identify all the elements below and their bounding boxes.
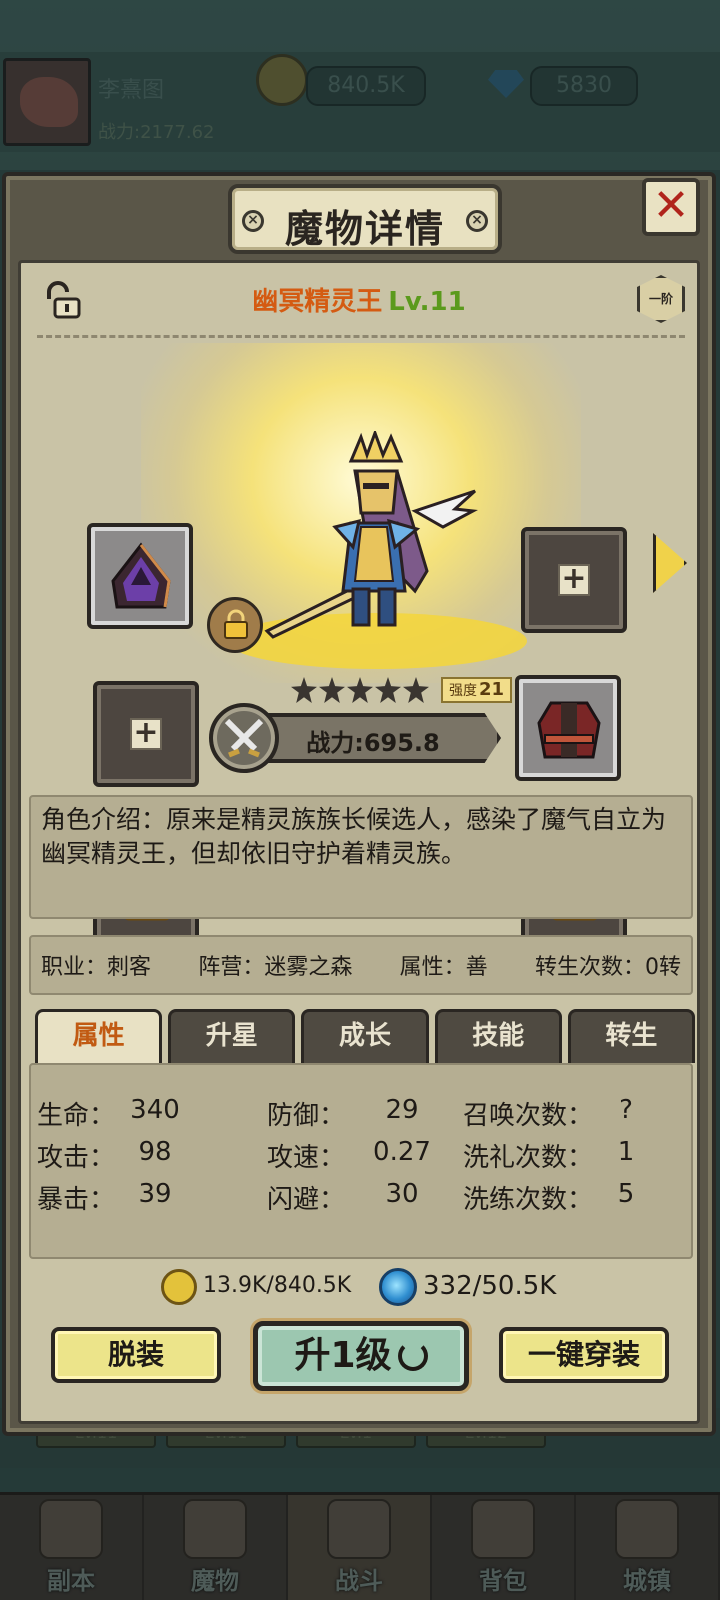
bolt-icon: × [466, 210, 488, 232]
close-button[interactable]: ✕ [642, 178, 700, 236]
rebirth-info: 转生次数：0转 [534, 955, 681, 980]
swords-glyph [224, 718, 264, 758]
monster-title: 幽冥精灵王 Lv.11 [21, 281, 697, 318]
stat-label: 洗礼次数： [463, 1143, 594, 1173]
strength-value: 21 [479, 679, 505, 700]
stat-value: 0.27 [373, 1137, 431, 1167]
dialog-content: 幽冥精灵王 Lv.11 一阶 + + 强度 21 战力:695.8 角色介绍：原… [18, 260, 700, 1424]
lock-icon [224, 609, 248, 639]
stat-label: 攻速： [267, 1143, 346, 1173]
level-up-label: 升1级 [294, 1335, 392, 1376]
attribute-info: 属性：善 [399, 955, 488, 980]
stat-label: 闪避： [267, 1185, 346, 1215]
equip-slot-empty[interactable]: + [93, 681, 199, 787]
camp-info: 阵营：迷雾之森 [198, 955, 353, 980]
add-icon: + [558, 564, 590, 596]
star-rating [291, 677, 429, 703]
stat-value: 30 [385, 1179, 419, 1209]
tab-star-up[interactable]: 升星 [168, 1009, 296, 1063]
gold-cost: 13.9K/840.5K [203, 1273, 352, 1298]
gold-coin-icon [161, 1269, 197, 1305]
star-icon [319, 677, 345, 703]
job-info: 职业：刺客 [41, 955, 152, 980]
add-icon: + [130, 718, 162, 750]
monster-description: 角色介绍：原来是精灵族族长候选人，感染了魔气自立为幽冥精灵王，但却依旧守护着精灵… [29, 795, 693, 919]
stat-value: 98 [138, 1137, 172, 1167]
crossed-swords-icon [209, 703, 279, 773]
stat-dodge: 闪避： 30 [267, 1179, 419, 1216]
strength-badge: 强度 21 [441, 677, 513, 703]
hood-icon [111, 542, 171, 609]
power-value: 战力:695.8 [306, 729, 440, 757]
next-monster-arrow[interactable] [653, 533, 687, 593]
stat-label: 召唤次数： [463, 1101, 594, 1131]
refresh-icon [397, 1341, 428, 1371]
stat-baptize-count: 洗礼次数： 1 [463, 1137, 634, 1174]
equip-slot-armor[interactable] [515, 675, 621, 781]
tab-growth[interactable]: 成长 [301, 1009, 429, 1063]
stat-value: 39 [138, 1179, 172, 1209]
stat-attack: 攻击： 98 [37, 1137, 172, 1174]
stat-value: 5 [617, 1179, 635, 1209]
stat-label: 洗练次数： [463, 1185, 594, 1215]
monster-detail-dialog: × 魔物详情 × ✕ 幽冥精灵王 Lv.11 一阶 + + 强度 21 战力:6… [2, 172, 716, 1436]
tab-attributes[interactable]: 属性 [35, 1009, 163, 1063]
star-icon [403, 677, 429, 703]
weapon-lock-icon[interactable] [207, 597, 263, 653]
tab-skills[interactable]: 技能 [434, 1009, 562, 1063]
stat-summon-count: 召唤次数： ? [463, 1095, 633, 1132]
stat-value: 29 [385, 1095, 419, 1125]
monster-info-row: 职业：刺客 阵营：迷雾之森 属性：善 转生次数：0转 [29, 935, 693, 995]
star-icon [347, 677, 373, 703]
unequip-button[interactable]: 脱装 [51, 1327, 221, 1383]
dialog-title: 魔物详情 [284, 207, 445, 251]
stat-value: 1 [617, 1137, 635, 1167]
stat-value: ? [619, 1095, 633, 1125]
stat-label: 生命： [37, 1101, 116, 1131]
level-up-cost: 13.9K/840.5K 332/50.5K [21, 1267, 697, 1307]
dialog-title-plate: × 魔物详情 × [228, 184, 502, 254]
stat-crit: 暴击： 39 [37, 1179, 172, 1216]
stat-label: 暴击： [37, 1185, 116, 1215]
divider [37, 335, 685, 338]
armor-icon [537, 701, 601, 759]
detail-tabs: 属性 升星 成长 技能 转生 [35, 1009, 696, 1063]
orb-cost: 332/50.5K [423, 1271, 557, 1301]
stats-panel: 生命： 340 攻击： 98 暴击： 39 防御： 29 攻速： 0.27 闪避… [29, 1063, 693, 1259]
stat-hp: 生命： 340 [37, 1095, 180, 1132]
stat-label: 攻击： [37, 1143, 116, 1173]
level-up-button[interactable]: 升1级 [253, 1321, 469, 1391]
star-icon [291, 677, 317, 703]
stat-attack-speed: 攻速： 0.27 [267, 1137, 431, 1174]
strength-label: 强度 [449, 683, 477, 699]
stat-label: 防御： [267, 1101, 346, 1131]
equip-slot-empty[interactable]: + [521, 527, 627, 633]
monster-name: 幽冥精灵王 [252, 287, 383, 317]
tab-rebirth[interactable]: 转生 [567, 1009, 696, 1063]
stat-defense: 防御： 29 [267, 1095, 419, 1132]
stat-refine-count: 洗练次数： 5 [463, 1179, 634, 1216]
equip-slot-hood[interactable] [87, 523, 193, 629]
equip-all-button[interactable]: 一键穿装 [499, 1327, 669, 1383]
monster-level: Lv.11 [388, 287, 466, 317]
hero-sprite [264, 431, 478, 639]
star-icon [375, 677, 401, 703]
spirit-orb-icon [379, 1268, 417, 1306]
stat-value: 340 [130, 1095, 180, 1125]
